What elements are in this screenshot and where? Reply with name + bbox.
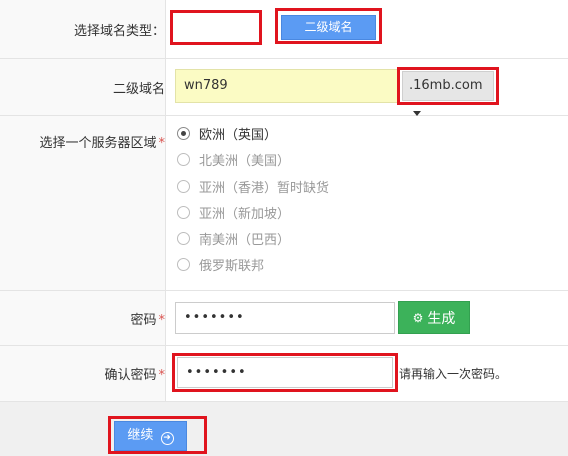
region-option-asia-hongkong[interactable]: 亚洲（香港）暂时缺货 bbox=[177, 177, 329, 196]
domain-type-label: 选择域名类型： bbox=[73, 24, 165, 39]
row-divider bbox=[0, 290, 568, 291]
row-divider bbox=[0, 58, 568, 59]
continue-button[interactable]: 继续 ➜ bbox=[114, 421, 187, 451]
region-option-asia-singapore[interactable]: 亚洲（新加坡） bbox=[177, 203, 290, 222]
label-column-bg bbox=[0, 0, 165, 401]
radio-icon[interactable] bbox=[177, 179, 190, 193]
subdomain-label: 二级域名 bbox=[112, 82, 165, 97]
domain-suffix-select[interactable]: .16mb.com bbox=[402, 71, 494, 116]
confirm-password-label: 确认密码 * bbox=[104, 368, 165, 383]
subdomain-type-button[interactable]: 二级域名 bbox=[281, 15, 376, 40]
confirm-password-hint: 请再输入一次密码。 bbox=[399, 367, 508, 381]
arrow-right-circle-icon: ➜ bbox=[160, 432, 174, 445]
region-option-north-america[interactable]: 北美洲（美国） bbox=[177, 150, 290, 169]
password-label: 密码 * bbox=[130, 313, 165, 328]
form-footer bbox=[0, 401, 568, 456]
domain-type-empty-highlight[interactable] bbox=[170, 10, 262, 45]
row-divider bbox=[0, 345, 568, 346]
radio-icon[interactable] bbox=[177, 205, 190, 219]
generate-password-button[interactable]: ⚙ 生成 bbox=[398, 301, 470, 334]
region-option-south-america[interactable]: 南美洲（巴西） bbox=[177, 229, 290, 248]
radio-icon[interactable] bbox=[177, 152, 190, 166]
confirm-password-input[interactable]: ••••••• bbox=[177, 357, 393, 388]
password-input[interactable]: ••••••• bbox=[175, 302, 395, 334]
radio-selected-icon[interactable] bbox=[177, 126, 190, 140]
server-region-label: 选择一个服务器区域 * bbox=[39, 136, 165, 151]
row-divider bbox=[0, 115, 568, 116]
region-option-europe[interactable]: 欧洲（英国） bbox=[177, 124, 277, 143]
subdomain-input[interactable]: wn789 bbox=[175, 69, 400, 103]
chevron-down-icon bbox=[413, 111, 421, 116]
radio-icon[interactable] bbox=[177, 231, 190, 245]
column-divider bbox=[165, 0, 166, 401]
gear-icon: ⚙ bbox=[412, 310, 424, 325]
radio-icon[interactable] bbox=[177, 257, 190, 271]
region-option-russia[interactable]: 俄罗斯联邦 bbox=[177, 255, 264, 274]
